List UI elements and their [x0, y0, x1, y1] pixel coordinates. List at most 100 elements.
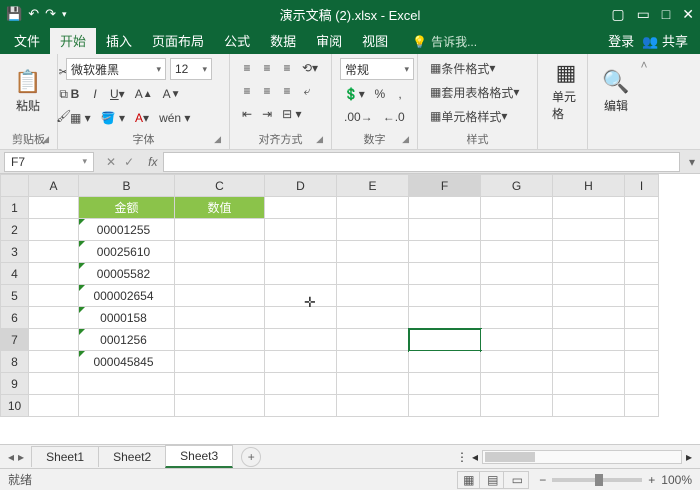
- row-header[interactable]: 5: [1, 285, 29, 307]
- row-header[interactable]: 9: [1, 373, 29, 395]
- decrease-font-button[interactable]: A▼: [159, 84, 185, 104]
- cell[interactable]: 00025610: [79, 241, 175, 263]
- tab-home[interactable]: 开始: [50, 27, 96, 54]
- border-button[interactable]: ▦ ▾: [66, 108, 95, 128]
- redo-icon[interactable]: ↷: [45, 6, 56, 22]
- col-header[interactable]: C: [175, 175, 265, 197]
- zoom-level[interactable]: 100%: [661, 473, 692, 487]
- row-header[interactable]: 10: [1, 395, 29, 417]
- cell-styles-button[interactable]: ▦ 单元格样式 ▾: [426, 106, 536, 126]
- cell[interactable]: 000002654: [79, 285, 175, 307]
- conditional-format-button[interactable]: ▦ 条件格式 ▾: [426, 58, 536, 78]
- dialog-launcher-icon[interactable]: ◢: [42, 134, 49, 145]
- zoom-slider[interactable]: [552, 478, 642, 482]
- col-header[interactable]: D: [265, 175, 337, 197]
- save-icon[interactable]: 💾: [6, 6, 22, 22]
- dialog-launcher-icon[interactable]: ◢: [316, 134, 323, 145]
- format-table-button[interactable]: ▦ 套用表格格式 ▾: [426, 82, 536, 102]
- bold-button[interactable]: B: [66, 84, 84, 104]
- zoom-out-icon[interactable]: −: [539, 473, 546, 487]
- sheet-tab[interactable]: Sheet3: [165, 445, 233, 468]
- tab-insert[interactable]: 插入: [96, 27, 142, 54]
- row-header[interactable]: 7: [1, 329, 29, 351]
- row-header[interactable]: 2: [1, 219, 29, 241]
- tab-review[interactable]: 审阅: [306, 27, 352, 54]
- sheet-tab[interactable]: Sheet2: [98, 446, 166, 467]
- col-header[interactable]: H: [553, 175, 625, 197]
- cells-button[interactable]: ▦ 单元格: [546, 58, 586, 124]
- row-header[interactable]: 1: [1, 197, 29, 219]
- align-left-icon[interactable]: ≡: [238, 81, 256, 101]
- tab-layout[interactable]: 页面布局: [142, 27, 214, 54]
- font-color-button[interactable]: A ▾: [131, 108, 153, 128]
- cell[interactable]: 0000158: [79, 307, 175, 329]
- row-header[interactable]: 8: [1, 351, 29, 373]
- formula-input[interactable]: [163, 152, 680, 172]
- tab-data[interactable]: 数据: [260, 27, 306, 54]
- qat-dropdown-icon[interactable]: ▾: [62, 9, 67, 20]
- enter-formula-icon[interactable]: ✓: [124, 155, 134, 169]
- align-center-icon[interactable]: ≡: [258, 81, 276, 101]
- italic-button[interactable]: I: [86, 84, 104, 104]
- dialog-launcher-icon[interactable]: ◢: [214, 134, 221, 145]
- name-box[interactable]: F7▾: [4, 152, 94, 172]
- underline-button[interactable]: U ▾: [106, 84, 129, 104]
- align-bottom-icon[interactable]: ≡: [278, 58, 296, 78]
- cell[interactable]: 00005582: [79, 263, 175, 285]
- col-header[interactable]: F: [409, 175, 481, 197]
- col-header[interactable]: G: [481, 175, 553, 197]
- share-button[interactable]: 👥 共享: [642, 31, 688, 50]
- sheet-tab[interactable]: Sheet1: [31, 446, 99, 467]
- col-header[interactable]: I: [625, 175, 659, 197]
- page-break-icon[interactable]: ▭: [506, 472, 528, 488]
- select-all-corner[interactable]: [1, 175, 29, 197]
- increase-decimal-button[interactable]: .00→: [340, 107, 377, 127]
- align-right-icon[interactable]: ≡: [278, 81, 296, 101]
- normal-view-icon[interactable]: ▦: [458, 472, 480, 488]
- decrease-decimal-button[interactable]: ←.0: [379, 107, 409, 127]
- comma-button[interactable]: ,: [391, 84, 409, 104]
- font-name-combo[interactable]: 微软雅黑▾: [66, 58, 166, 80]
- fill-color-button[interactable]: 🪣 ▾: [97, 108, 129, 128]
- collapse-ribbon-icon[interactable]: ˄: [636, 54, 652, 149]
- sheet-nav-prev-icon[interactable]: ◂: [8, 450, 14, 464]
- phonetic-button[interactable]: wén ▾: [155, 108, 194, 128]
- col-header[interactable]: E: [337, 175, 409, 197]
- row-header[interactable]: 3: [1, 241, 29, 263]
- expand-formula-icon[interactable]: ▾: [684, 155, 700, 169]
- fx-icon[interactable]: fx: [142, 155, 163, 169]
- cell[interactable]: 金额: [79, 197, 175, 219]
- cell[interactable]: 0001256: [79, 329, 175, 351]
- undo-icon[interactable]: ↶: [28, 6, 39, 22]
- horizontal-scrollbar[interactable]: [482, 450, 682, 464]
- tab-file[interactable]: 文件: [4, 27, 50, 54]
- font-size-combo[interactable]: 12▾: [170, 58, 212, 80]
- cell[interactable]: 000045845: [79, 351, 175, 373]
- merge-button[interactable]: ⊟ ▾: [278, 104, 305, 124]
- tab-view[interactable]: 视图: [352, 27, 398, 54]
- paste-button[interactable]: 📋 粘贴: [8, 58, 48, 124]
- scroll-right-icon[interactable]: ▸: [686, 450, 692, 464]
- cancel-formula-icon[interactable]: ✕: [106, 155, 116, 169]
- number-format-combo[interactable]: 常规▾: [340, 58, 414, 80]
- wrap-text-icon[interactable]: ⤶: [298, 81, 316, 101]
- zoom-in-icon[interactable]: +: [648, 473, 655, 487]
- ribbon-options-icon[interactable]: ▢: [611, 6, 624, 23]
- indent-inc-icon[interactable]: ⇥: [258, 104, 276, 124]
- minimize-icon[interactable]: ▭: [637, 6, 650, 23]
- dialog-launcher-icon[interactable]: ◢: [402, 134, 409, 145]
- cell[interactable]: 数值: [175, 197, 265, 219]
- add-sheet-button[interactable]: +: [241, 447, 261, 467]
- tab-formulas[interactable]: 公式: [214, 27, 260, 54]
- row-header[interactable]: 6: [1, 307, 29, 329]
- align-top-icon[interactable]: ≡: [238, 58, 256, 78]
- split-handle-icon[interactable]: ⋮: [456, 450, 468, 464]
- cell[interactable]: 00001255: [79, 219, 175, 241]
- orientation-icon[interactable]: ⟲▾: [298, 58, 322, 78]
- sheet-nav-next-icon[interactable]: ▸: [18, 450, 24, 464]
- indent-dec-icon[interactable]: ⇤: [238, 104, 256, 124]
- scroll-left-icon[interactable]: ◂: [472, 450, 478, 464]
- col-header[interactable]: B: [79, 175, 175, 197]
- editing-button[interactable]: 🔍 编辑: [596, 58, 636, 124]
- active-cell[interactable]: [409, 329, 481, 351]
